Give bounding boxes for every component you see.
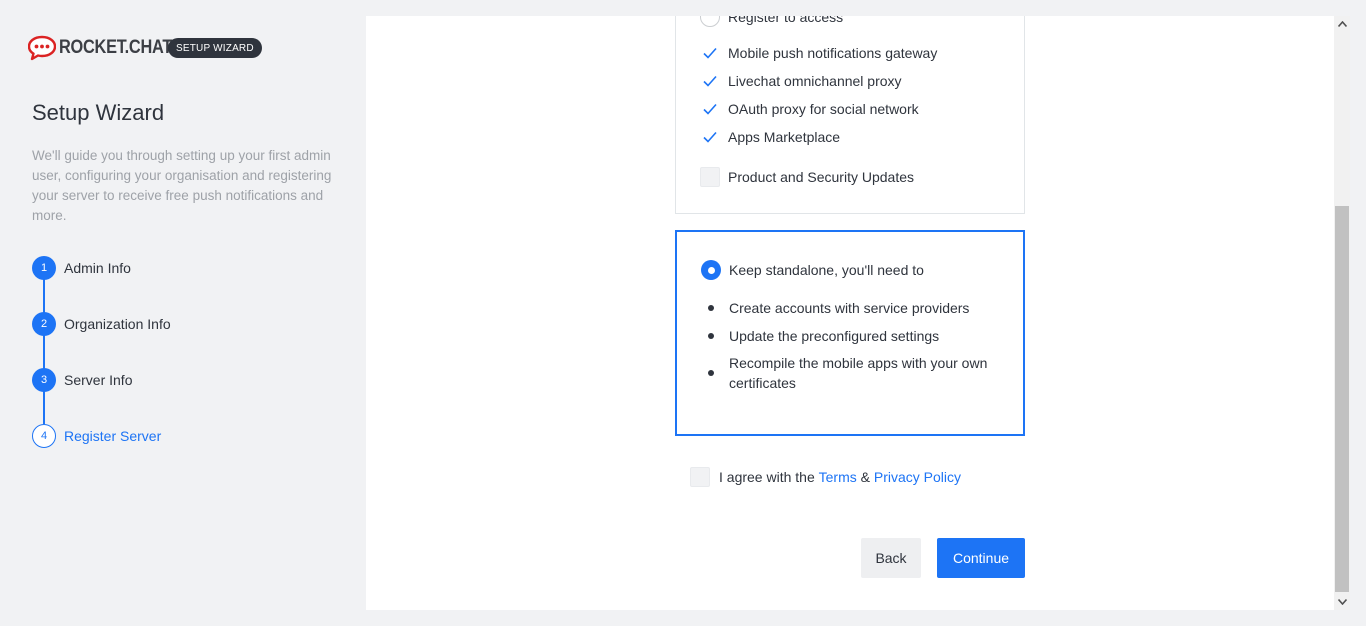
step-register-server: 4 Register Server [32, 424, 161, 448]
step-label: Server Info [64, 372, 133, 388]
list-item: OAuth proxy for social network [700, 98, 919, 120]
list-item: Apps Marketplace [700, 126, 840, 148]
feature-label: Mobile push notifications gateway [728, 45, 938, 61]
agree-ampersand: & [860, 469, 870, 485]
back-button[interactable]: Back [861, 538, 921, 578]
list-item: Update the preconfigured settings [701, 325, 939, 347]
sidebar-title: Setup Wizard [32, 100, 165, 125]
step-number-current: 4 [32, 424, 56, 448]
register-option-card[interactable]: Register to access Mobile push notificat… [675, 16, 1025, 214]
register-option[interactable]: Register to access [700, 16, 843, 28]
feature-label: Livechat omnichannel proxy [728, 73, 902, 89]
updates-option[interactable]: Product and Security Updates [700, 166, 914, 188]
feature-label: Apps Marketplace [728, 129, 841, 145]
sidebar-description: We'll guide you through setting up your … [32, 148, 332, 223]
terms-agreement: I agree with the Terms & Privacy Policy [690, 466, 961, 488]
scrollbar-thumb[interactable] [1335, 206, 1349, 592]
standalone-radio[interactable] [701, 260, 721, 280]
logo-text: ROCKET.CHAT [59, 37, 173, 58]
feature-label: OAuth proxy for social network [728, 101, 919, 117]
setup-wizard-badge: SETUP WIZARD [168, 38, 262, 58]
standalone-option-card[interactable]: Keep standalone, you'll need to Create a… [675, 230, 1025, 436]
scrollbar[interactable] [1334, 16, 1350, 610]
standalone-option[interactable]: Keep standalone, you'll need to [701, 259, 924, 281]
standalone-item-label: Create accounts with service providers [729, 300, 970, 316]
agree-checkbox[interactable] [690, 467, 710, 487]
bullet-icon [701, 326, 721, 346]
agree-prefix: I agree with the [719, 469, 815, 485]
list-item: Mobile push notifications gateway [700, 42, 937, 64]
bullet-icon [701, 298, 721, 318]
standalone-item-label: Recompile the mobile apps with your own … [729, 355, 988, 391]
step-organization-info: 2 Organization Info [32, 312, 171, 336]
check-icon [700, 99, 720, 119]
check-icon [700, 43, 720, 63]
sidebar: ROCKET.CHAT SETUP WIZARD Setup Wizard We… [0, 0, 366, 626]
rocket-chat-logo: ROCKET.CHAT [28, 35, 190, 61]
standalone-option-label: Keep standalone, you'll need to [729, 262, 924, 278]
register-radio[interactable] [700, 16, 720, 27]
check-icon [700, 71, 720, 91]
step-label: Admin Info [64, 260, 131, 276]
continue-button[interactable]: Continue [937, 538, 1025, 578]
updates-label: Product and Security Updates [728, 169, 914, 185]
scroll-down-arrow-icon[interactable] [1334, 594, 1350, 610]
list-item: Recompile the mobile apps with your own … [701, 353, 999, 393]
list-item: Livechat omnichannel proxy [700, 70, 902, 92]
step-label: Organization Info [64, 316, 171, 332]
step-number: 2 [32, 312, 56, 336]
step-number: 3 [32, 368, 56, 392]
step-connector-line [43, 268, 45, 424]
standalone-item-label: Update the preconfigured settings [729, 328, 940, 344]
rocket-chat-logo-icon [28, 35, 56, 61]
scroll-up-arrow-icon[interactable] [1334, 16, 1350, 32]
terms-link[interactable]: Terms [819, 469, 857, 485]
step-server-info: 3 Server Info [32, 368, 132, 392]
step-label-current: Register Server [64, 428, 162, 444]
privacy-policy-link[interactable]: Privacy Policy [874, 469, 961, 485]
check-icon [700, 127, 720, 147]
register-option-label: Register to access [728, 16, 844, 25]
list-item: Create accounts with service providers [701, 297, 969, 319]
updates-checkbox[interactable] [700, 167, 720, 187]
step-number: 1 [32, 256, 56, 280]
bullet-icon [701, 363, 721, 383]
main-panel: Register to access Mobile push notificat… [366, 16, 1334, 610]
step-admin-info: 1 Admin Info [32, 256, 131, 280]
